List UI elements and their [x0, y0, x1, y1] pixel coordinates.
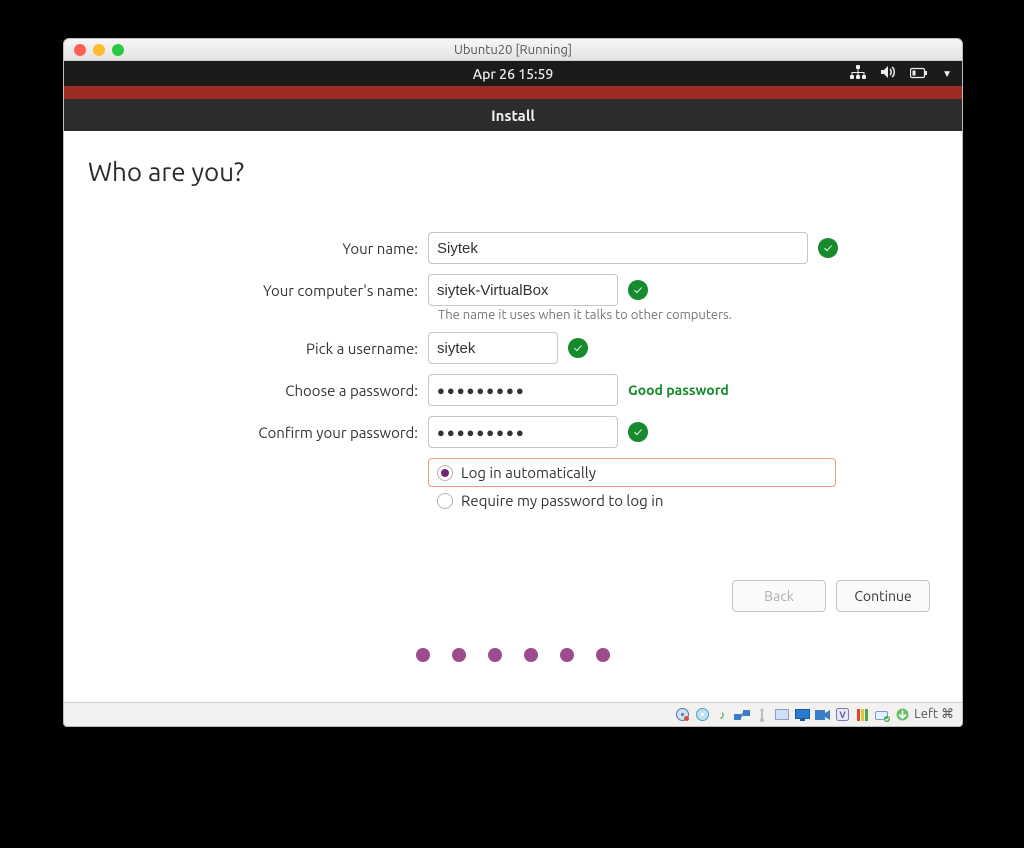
optical-icon[interactable] [694, 707, 710, 723]
your-name-input[interactable] [428, 232, 808, 264]
minimize-icon[interactable] [93, 44, 105, 56]
confirm-password-input[interactable] [428, 416, 618, 448]
user-form: Your name: ✓ Your computer's name: ✓ The… [88, 232, 938, 662]
vrde-icon[interactable]: V [834, 707, 850, 723]
svg-text:V: V [839, 710, 846, 720]
system-indicators[interactable]: ▼ [850, 65, 952, 82]
virtualbox-statusbar: ♪ V Left ⌘ [64, 702, 962, 726]
audio-icon[interactable]: ♪ [714, 707, 730, 723]
mouse-integration-icon[interactable] [874, 707, 890, 723]
host-key-label: Left ⌘ [914, 707, 954, 722]
close-icon[interactable] [74, 44, 86, 56]
usb-icon[interactable] [754, 707, 770, 723]
label-computer-name: Your computer's name: [88, 282, 428, 299]
back-button[interactable]: Back [732, 580, 826, 612]
display-icon[interactable] [794, 707, 810, 723]
page-title: Who are you? [88, 157, 938, 186]
computer-name-help: The name it uses when it talks to other … [438, 308, 938, 322]
password-input[interactable] [428, 374, 618, 406]
check-icon: ✓ [818, 238, 838, 258]
check-icon: ✓ [628, 280, 648, 300]
progress-dots [88, 648, 938, 662]
cpu-indicator-icon[interactable] [854, 707, 870, 723]
dot-icon [596, 648, 610, 662]
battery-icon[interactable] [910, 66, 928, 82]
host-key-arrow-icon [894, 707, 910, 723]
radio-require-password[interactable]: Require my password to log in [428, 487, 938, 514]
radio-require-label: Require my password to log in [461, 492, 663, 509]
radio-auto-login[interactable]: Log in automatically [428, 458, 836, 487]
dot-icon [452, 648, 466, 662]
label-username: Pick a username: [88, 340, 428, 357]
label-confirm: Confirm your password: [88, 424, 428, 441]
virtualbox-window: Ubuntu20 [Running] Apr 26 15:59 ▼ Instal… [63, 38, 963, 727]
label-password: Choose a password: [88, 382, 428, 399]
harddisk-icon[interactable] [674, 707, 690, 723]
accent-strip [64, 86, 962, 99]
computer-name-input[interactable] [428, 274, 618, 306]
login-options: Log in automatically Require my password… [428, 458, 938, 514]
dot-icon [524, 648, 538, 662]
check-icon: ✓ [568, 338, 588, 358]
network-icon[interactable] [850, 65, 866, 82]
username-input[interactable] [428, 332, 558, 364]
mac-titlebar: Ubuntu20 [Running] [64, 39, 962, 61]
radio-icon [437, 465, 453, 481]
installer-title: Install [64, 99, 962, 131]
check-icon: ✓ [628, 422, 648, 442]
recording-icon[interactable] [814, 707, 830, 723]
window-controls [64, 44, 124, 56]
chevron-down-icon[interactable]: ▼ [942, 68, 952, 80]
ubuntu-topbar: Apr 26 15:59 ▼ [64, 61, 962, 86]
nav-buttons: Back Continue [88, 580, 938, 612]
dot-icon [416, 648, 430, 662]
dot-icon [560, 648, 574, 662]
radio-auto-label: Log in automatically [461, 464, 596, 481]
zoom-icon[interactable] [112, 44, 124, 56]
dot-icon [488, 648, 502, 662]
label-your-name: Your name: [88, 240, 428, 257]
password-strength: Good password [628, 382, 729, 398]
window-title: Ubuntu20 [Running] [64, 43, 962, 57]
volume-icon[interactable] [880, 65, 896, 82]
shared-folder-icon[interactable] [774, 707, 790, 723]
network-adapter-icon[interactable] [734, 707, 750, 723]
radio-icon [437, 493, 453, 509]
clock: Apr 26 15:59 [473, 66, 554, 82]
continue-button[interactable]: Continue [836, 580, 930, 612]
installer-content: Who are you? Your name: ✓ Your computer'… [64, 131, 962, 702]
